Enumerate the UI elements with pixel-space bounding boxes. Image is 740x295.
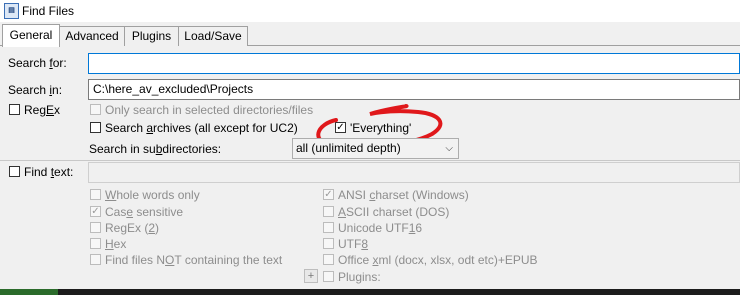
search-archives-checkbox[interactable] — [90, 122, 101, 133]
unicode-label: Unicode UTF16 — [338, 221, 423, 235]
regex-label: RegEx — [24, 103, 61, 117]
utf8-checkbox[interactable] — [323, 238, 334, 249]
ansi-label: ANSI charset (Windows) — [338, 188, 469, 202]
regex2-label: RegEx (2) — [105, 221, 160, 235]
plus-button[interactable]: + — [304, 269, 318, 283]
ascii-label: ASCII charset (DOS) — [338, 205, 450, 219]
not-containing-label: Find files NOT containing the text — [105, 253, 283, 267]
title-bar — [0, 0, 740, 22]
hex-label: Hex — [105, 237, 127, 251]
office-xml-checkbox[interactable] — [323, 254, 334, 265]
search-archives-label: Search archives (all except for UC2) — [105, 121, 298, 135]
tab-plugins[interactable]: Plugins — [124, 26, 179, 46]
subdirs-label: Search in subdirectories: — [89, 142, 222, 156]
find-text-input[interactable] — [88, 162, 740, 183]
tab-bar: General Advanced Plugins Load/Save — [0, 24, 260, 47]
whole-words-checkbox[interactable] — [90, 189, 101, 200]
plugins-checkbox[interactable] — [323, 271, 334, 282]
utf8-label: UTF8 — [338, 237, 369, 251]
tab-load-save[interactable]: Load/Save — [178, 26, 248, 46]
tab-general[interactable]: General — [2, 24, 60, 47]
whole-words-label: Whole words only — [105, 188, 200, 202]
tab-advanced[interactable]: Advanced — [59, 26, 125, 46]
section-divider — [0, 160, 740, 161]
search-for-label: Search for: — [8, 56, 67, 70]
search-in-input[interactable]: C:\here_av_excluded\Projects — [88, 79, 740, 100]
search-in-label: Search in: — [8, 83, 63, 97]
case-sensitive-label: Case sensitive — [105, 205, 184, 219]
unicode-checkbox[interactable] — [323, 222, 334, 233]
find-text-label: Find text: — [24, 165, 74, 179]
find-text-checkbox[interactable] — [9, 166, 20, 177]
regex-checkbox[interactable] — [9, 104, 20, 115]
background-window-strip — [0, 289, 740, 295]
not-containing-checkbox[interactable] — [90, 254, 101, 265]
office-xml-label: Office xml (docx, xlsx, odt etc)+EPUB — [338, 253, 538, 267]
hex-checkbox[interactable] — [90, 238, 101, 249]
only-selected-label: Only search in selected directories/file… — [105, 103, 314, 117]
subdirs-select[interactable]: all (unlimited depth) ⌵ — [292, 138, 459, 159]
chevron-down-icon: ⌵ — [445, 143, 453, 154]
window-title: Find Files — [22, 4, 75, 18]
search-for-input[interactable] — [88, 53, 740, 74]
app-icon: ▤ — [4, 3, 19, 19]
plugins-label: Plugins: — [338, 270, 381, 284]
regex2-checkbox[interactable] — [90, 222, 101, 233]
ascii-checkbox[interactable] — [323, 206, 334, 217]
only-selected-checkbox[interactable] — [90, 104, 101, 115]
case-sensitive-checkbox[interactable]: ✓ — [90, 206, 101, 217]
background-window-highlight — [0, 289, 58, 295]
subdirs-value: all (unlimited depth) — [296, 141, 401, 155]
ansi-checkbox[interactable]: ✓ — [323, 189, 334, 200]
